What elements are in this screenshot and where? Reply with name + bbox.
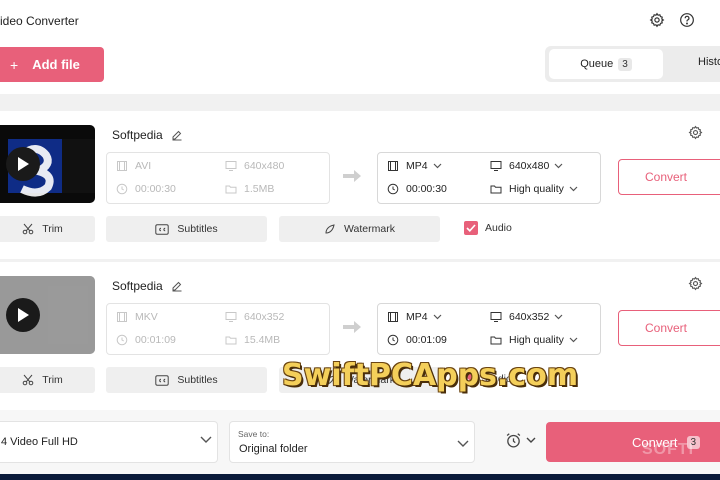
save-to-select[interactable]: Save to: Original folder — [229, 421, 475, 463]
output-resolution-select[interactable]: 640x352 — [490, 311, 570, 323]
source-duration: 00:01:09 — [116, 334, 176, 346]
scissors-icon — [22, 223, 34, 235]
source-duration: 00:00:30 — [116, 183, 176, 195]
trim-button[interactable]: Trim — [0, 216, 95, 242]
film-icon — [117, 161, 127, 171]
play-icon[interactable] — [6, 147, 40, 181]
settings-gear-icon[interactable] — [647, 10, 667, 30]
watermark-button[interactable]: Watermark — [279, 216, 440, 242]
tab-history[interactable]: Histo — [698, 56, 720, 68]
output-resolution-select[interactable]: 640x480 — [490, 160, 570, 172]
trim-button[interactable]: Trim — [0, 367, 95, 393]
add-file-label: Add file — [32, 57, 80, 72]
output-duration[interactable]: 00:00:30 — [387, 183, 447, 195]
source-format: AVI — [116, 160, 151, 172]
arrow-right-icon — [342, 320, 362, 339]
view-tabs: Queue 3 Histo — [545, 46, 720, 82]
chevron-down-icon — [526, 437, 536, 443]
site-watermark: SwiftPCApps.com — [282, 358, 579, 393]
output-quality-select[interactable]: High quality — [490, 183, 585, 195]
source-resolution: 640x352 — [225, 311, 284, 323]
app-window: ideo Converter + Add file Queue 3 Histo — [0, 0, 720, 474]
chevron-down-icon — [457, 435, 469, 453]
scissors-icon — [22, 374, 34, 386]
edit-name-icon[interactable] — [171, 280, 183, 292]
file-name-row: Softpedia — [112, 279, 183, 293]
bottom-bar: 4 Video Full HD Save to: Original folder… — [0, 410, 720, 474]
app-title: ideo Converter — [0, 14, 79, 28]
subtitles-icon — [155, 223, 170, 235]
file-name: Softpedia — [112, 279, 163, 293]
item-settings-gear-icon[interactable] — [688, 125, 703, 145]
convert-all-button[interactable]: Convert 3 SOFTI — [546, 422, 720, 462]
chevron-down-icon — [569, 186, 585, 192]
monitor-icon — [490, 161, 502, 171]
checkbox-checked-icon — [464, 221, 478, 235]
film-icon — [388, 312, 398, 322]
video-thumbnail[interactable] — [0, 125, 95, 203]
source-size: 1.5MB — [225, 183, 274, 195]
source-info-box: AVI 640x480 00:00:30 1.5MB — [106, 152, 330, 204]
audio-checkbox[interactable]: Audio — [464, 221, 512, 235]
source-format: MKV — [116, 311, 158, 323]
monitor-icon — [490, 312, 502, 322]
tab-queue[interactable]: Queue 3 — [549, 49, 663, 79]
softpedia-watermark: SOFTI — [642, 441, 695, 458]
folder-icon — [490, 336, 502, 345]
plus-icon: + — [10, 56, 19, 73]
subtitles-icon — [155, 374, 170, 386]
source-resolution: 640x480 — [225, 160, 284, 172]
schedule-button[interactable] — [505, 432, 536, 449]
save-to-label: Save to: — [238, 429, 270, 439]
video-thumbnail[interactable] — [0, 276, 95, 354]
add-file-button[interactable]: + Add file — [0, 47, 104, 82]
convert-button[interactable]: Convert — [618, 159, 720, 195]
monitor-icon — [225, 161, 237, 171]
queue-count-badge: 3 — [618, 57, 632, 71]
play-icon[interactable] — [6, 298, 40, 332]
help-icon[interactable] — [677, 10, 697, 30]
film-icon — [388, 161, 398, 171]
output-profile-value: 4 Video Full HD — [1, 436, 78, 448]
convert-button[interactable]: Convert — [618, 310, 720, 346]
save-to-value: Original folder — [239, 443, 308, 455]
clock-icon — [387, 334, 399, 346]
chevron-down-icon — [433, 314, 449, 320]
file-name: Softpedia — [112, 128, 163, 142]
alarm-clock-icon — [506, 433, 521, 448]
clock-icon — [387, 183, 399, 195]
chevron-down-icon — [200, 435, 212, 447]
folder-icon — [225, 336, 237, 345]
chevron-down-icon — [433, 163, 449, 169]
source-size: 15.4MB — [225, 334, 280, 346]
clock-icon — [116, 183, 128, 195]
output-format-select[interactable]: MP4 — [387, 160, 449, 172]
chevron-down-icon — [554, 314, 570, 320]
top-bar: + Add file Queue 3 Histo — [0, 40, 720, 94]
queue-item: Softpedia AVI 640x480 00:00:30 1.5MB MP4… — [0, 111, 720, 259]
chevron-down-icon — [569, 337, 585, 343]
output-quality-select[interactable]: High quality — [490, 334, 585, 346]
output-duration[interactable]: 00:01:09 — [387, 334, 447, 346]
file-name-row: Softpedia — [112, 128, 183, 142]
output-settings-box: MP4 640x352 00:01:09 High quality — [377, 303, 601, 355]
chevron-down-icon — [554, 163, 570, 169]
subtitles-button[interactable]: Subtitles — [106, 216, 267, 242]
title-bar: ideo Converter — [0, 0, 720, 40]
edit-name-icon[interactable] — [171, 129, 183, 141]
source-info-box: MKV 640x352 00:01:09 15.4MB — [106, 303, 330, 355]
folder-icon — [225, 185, 237, 194]
monitor-icon — [225, 312, 237, 322]
subtitles-button[interactable]: Subtitles — [106, 367, 267, 393]
output-profile-select[interactable]: 4 Video Full HD — [0, 421, 218, 463]
output-settings-box: MP4 640x480 00:00:30 High quality — [377, 152, 601, 204]
output-format-select[interactable]: MP4 — [387, 311, 449, 323]
tab-queue-label: Queue — [580, 58, 614, 70]
arrow-right-icon — [342, 169, 362, 188]
watermark-icon — [325, 224, 335, 234]
film-icon — [117, 312, 127, 322]
clock-icon — [116, 334, 128, 346]
folder-icon — [490, 185, 502, 194]
item-settings-gear-icon[interactable] — [688, 276, 703, 296]
